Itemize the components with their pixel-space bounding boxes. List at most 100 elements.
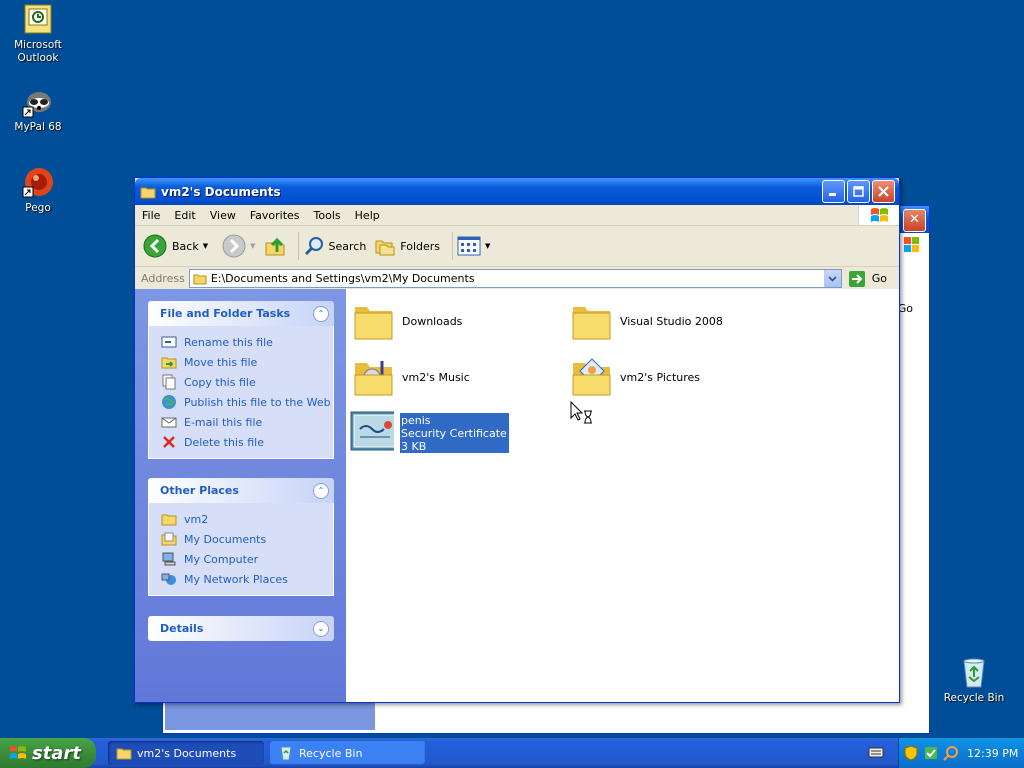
close-button[interactable] [872,180,895,203]
back-dropdown-icon[interactable]: ▼ [203,242,208,250]
rename-icon [161,334,177,350]
folder-icon [140,184,156,200]
expand-icon[interactable]: ⌄ [313,620,329,637]
taskbar-button-recycle-bin[interactable]: Recycle Bin [270,741,426,765]
toolbar-separator [452,232,454,260]
folders-button[interactable]: Folders [374,235,440,257]
item-name: vm2's Music [402,370,470,384]
menu-edit[interactable]: Edit [167,209,202,222]
forward-arrow-icon [222,234,246,258]
search-icon[interactable] [943,745,959,761]
raccoon-icon [22,86,54,118]
place-my-documents[interactable]: My Documents [161,529,333,549]
start-button[interactable]: start [0,738,96,768]
item-name: Visual Studio 2008 [620,314,723,328]
folder-item[interactable]: Visual Studio 2008 [570,299,723,343]
collapse-icon[interactable]: ⌃ [313,305,329,322]
menu-tools[interactable]: Tools [307,209,348,222]
search-icon [304,237,323,256]
task-email[interactable]: E-mail this file [161,412,333,432]
place-my-computer[interactable]: My Computer [161,549,333,569]
desktop-icon-outlook[interactable]: Microsoft Outlook [0,4,76,65]
place-my-network-places[interactable]: My Network Places [161,569,333,589]
forward-dropdown-icon[interactable]: ▼ [250,242,255,250]
task-delete[interactable]: Delete this file [161,432,333,452]
window-body: File and Folder Tasks ⌃ Rename this file… [135,289,899,702]
task-copy[interactable]: Copy this file [161,372,333,392]
file-tasks-title: File and Folder Tasks [160,307,291,320]
title-bar[interactable]: vm2's Documents [135,178,899,205]
menu-favorites[interactable]: Favorites [243,209,307,222]
task-label: E-mail this file [184,415,263,429]
place-label: My Documents [184,532,267,546]
maximize-button[interactable] [847,180,870,203]
folder-icon [116,748,132,760]
folder-item[interactable]: vm2's Pictures [570,355,700,399]
go-button[interactable]: Go [848,270,887,288]
menu-file[interactable]: File [135,209,167,222]
folder-icon [193,274,207,284]
file-name: penis [401,414,431,427]
place-label: vm2 [184,512,209,526]
collapse-icon[interactable]: ⌃ [313,482,329,499]
menu-bar: File Edit View Favorites Tools Help [135,205,899,226]
system-tray: 12:39 PM [898,738,1024,768]
file-tasks-header[interactable]: File and Folder Tasks ⌃ [148,301,334,326]
folders-label: Folders [400,239,441,253]
views-icon [457,236,481,256]
other-places-list: vm2 My Documents My Computer My Network … [148,503,334,596]
other-places-panel: Other Places ⌃ vm2 My Documents My Compu… [148,478,334,596]
my-documents-icon [161,531,177,547]
menu-view[interactable]: View [203,209,243,222]
address-dropdown-button[interactable] [823,270,841,287]
taskbar-button-label: vm2's Documents [137,746,237,760]
task-label: Copy this file [184,375,256,389]
task-rename[interactable]: Rename this file [161,332,333,352]
file-view[interactable]: Downloads Visual Studio 2008 vm2's Music… [346,289,899,702]
keyboard-icon[interactable] [868,745,884,759]
folder-icon [161,511,177,527]
minimize-button[interactable] [822,180,845,203]
desktop-icon-pego[interactable]: Pego [0,167,76,215]
menu-help[interactable]: Help [348,209,387,222]
desktop-icon-mypal[interactable]: MyPal 68 [0,86,76,134]
details-header[interactable]: Details ⌄ [148,616,334,641]
address-bar: Address E:\Documents and Settings\vm2\My… [135,267,899,291]
back-button[interactable]: Back ▼ [143,234,208,258]
background-close-button[interactable]: ✕ [903,209,926,232]
item-name: Downloads [402,314,463,328]
task-move[interactable]: Move this file [161,352,333,372]
views-button[interactable]: ▼ [457,236,490,256]
address-value: E:\Documents and Settings\vm2\My Documen… [210,272,475,285]
folder-item[interactable]: vm2's Music [352,355,470,399]
views-dropdown-icon[interactable]: ▼ [485,242,490,250]
pictures-folder-icon [572,358,611,396]
file-size: 3 KB [401,440,427,453]
desktop-icon-label: MyPal 68 [14,121,62,133]
up-folder-icon [265,237,284,256]
other-places-header[interactable]: Other Places ⌃ [148,478,334,503]
task-publish[interactable]: Publish this file to the Web [161,392,333,412]
folder-icon [354,307,393,340]
desktop-icon-recycle-bin[interactable]: Recycle Bin [936,657,1012,705]
network-icon[interactable] [923,745,939,761]
forward-button[interactable]: ▼ [222,234,256,258]
address-input[interactable]: E:\Documents and Settings\vm2\My Documen… [188,269,842,288]
explorer-window[interactable]: vm2's Documents File Edit View Favorites… [134,177,900,703]
up-folder-button[interactable] [264,235,286,257]
folder-icon [572,307,611,340]
security-shield-icon[interactable] [903,745,919,761]
music-folder-icon [354,361,393,396]
background-go-label: Go [897,302,913,315]
file-tasks-panel: File and Folder Tasks ⌃ Rename this file… [148,301,334,459]
place-vm2[interactable]: vm2 [161,509,333,529]
taskbar-button-label: Recycle Bin [299,746,363,760]
busy-cursor-icon [570,400,594,428]
folder-item[interactable]: Downloads [352,299,462,343]
taskbar-button-documents[interactable]: vm2's Documents [108,741,264,765]
clock[interactable]: 12:39 PM [967,747,1018,760]
recycle-bin-icon [280,746,292,761]
file-item-selected[interactable]: penis Security Certificate 3 KB [350,411,509,455]
search-button[interactable]: Search [303,235,366,257]
chevron-down-icon [828,275,837,282]
